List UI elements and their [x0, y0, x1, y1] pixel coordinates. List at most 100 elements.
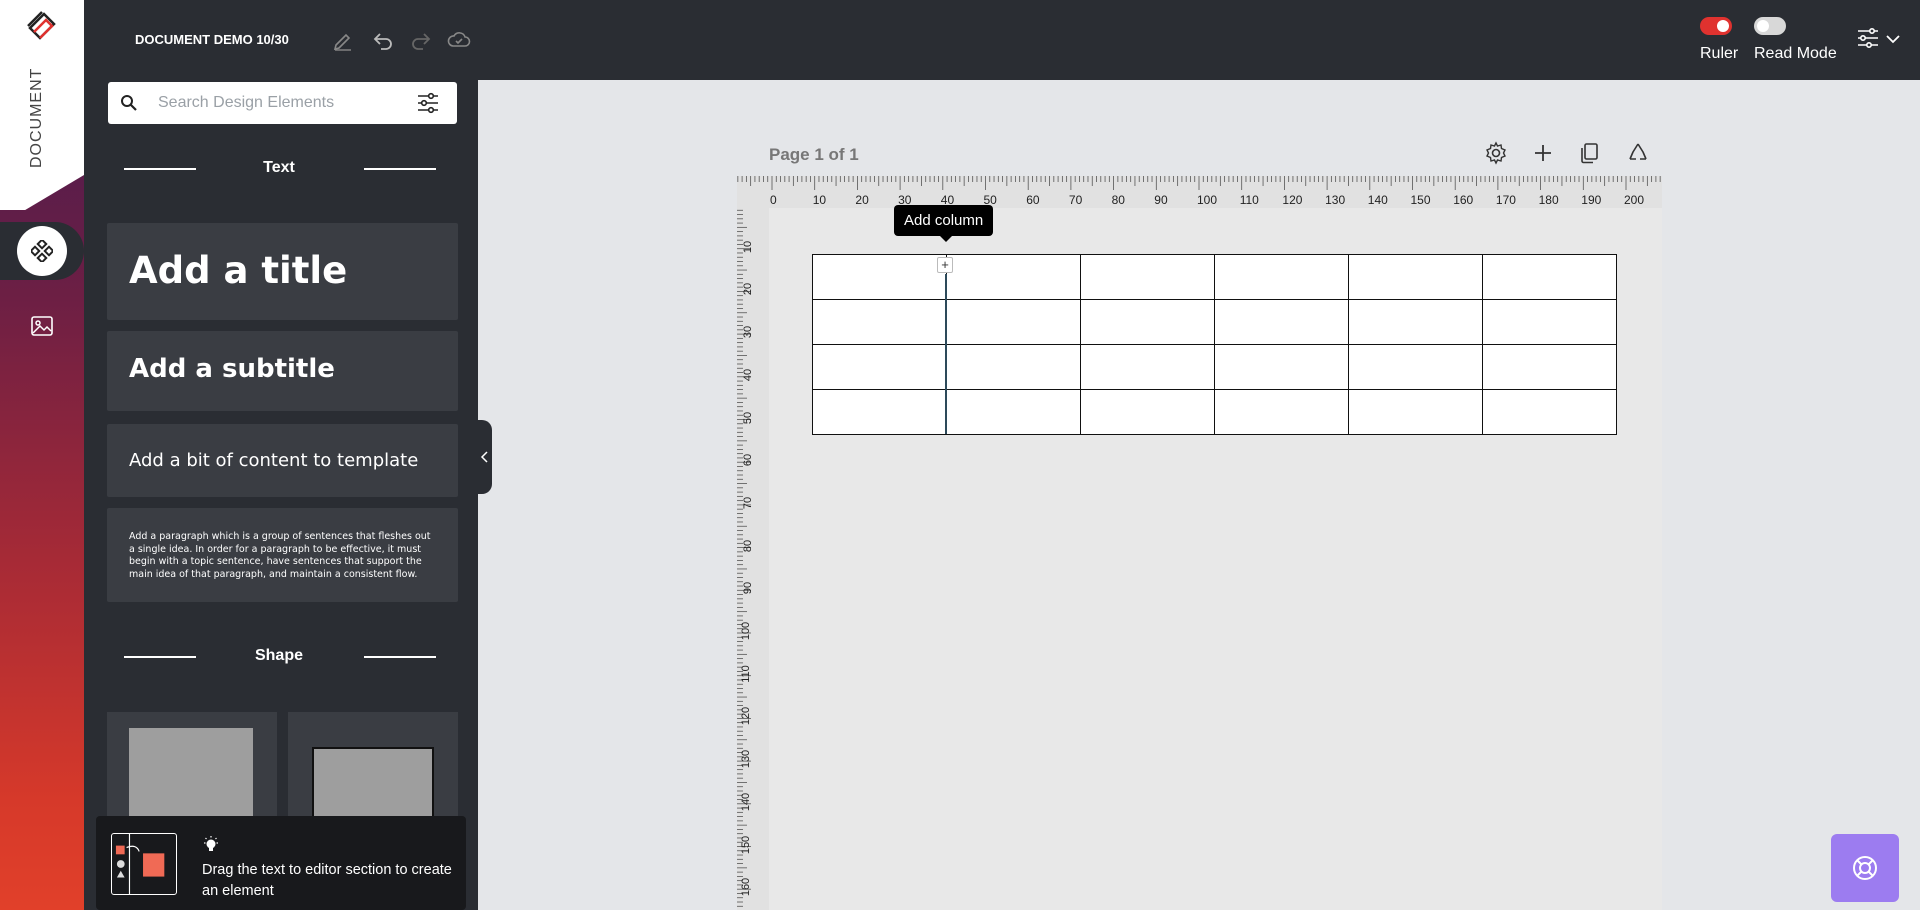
ruler-h-label: 120 [1282, 193, 1303, 207]
add-column-button[interactable]: + [937, 257, 953, 273]
ruler-v-label: 120 [740, 707, 753, 726]
add-content-card[interactable]: Add a bit of content to template [107, 424, 458, 497]
ruler-h-label: 90 [1154, 193, 1168, 207]
table-cell[interactable] [1482, 254, 1617, 300]
ruler-v-label: 110 [739, 664, 752, 683]
ruler-h-label: 60 [1026, 193, 1040, 207]
table-cell[interactable] [1482, 389, 1617, 435]
undo-icon[interactable] [371, 28, 395, 52]
ruler-h-label: 160 [1453, 193, 1474, 207]
table-row [812, 344, 1617, 390]
ruler-h-label: 110 [1239, 193, 1259, 207]
lifebuoy-icon [1853, 856, 1877, 880]
ruler-v-label: 80 [742, 539, 755, 552]
ruler-h-label: 70 [1068, 193, 1083, 207]
document-table[interactable] [812, 254, 1617, 435]
add-title-card[interactable]: Add a title [107, 223, 458, 320]
ruler-h-label: 200 [1624, 193, 1645, 207]
table-cell[interactable] [1348, 299, 1483, 345]
ruler-v-label: 130 [740, 749, 753, 769]
ruler-h-label: 180 [1538, 193, 1559, 207]
add-paragraph-card[interactable]: Add a paragraph which is a group of sent… [107, 508, 458, 602]
table-cell[interactable] [1348, 254, 1483, 300]
table-cell[interactable] [1482, 344, 1617, 390]
table-cell[interactable] [1214, 254, 1349, 300]
ruler-v-label: 10 [742, 240, 755, 253]
search-input[interactable] [158, 90, 398, 116]
table-cell[interactable] [946, 344, 1081, 390]
image-icon[interactable] [30, 314, 54, 338]
table-cell[interactable] [812, 254, 947, 300]
shape-filled-rect-card[interactable] [107, 712, 277, 832]
table-cell[interactable] [1482, 299, 1617, 345]
rail-document-label: DOCUMENT [28, 67, 45, 168]
table-cell[interactable] [1348, 389, 1483, 435]
table-cell[interactable] [946, 389, 1081, 435]
recycle-icon[interactable] [1626, 141, 1650, 165]
table-cell[interactable] [812, 389, 947, 435]
add-title-text: Add a title [129, 249, 348, 292]
horizontal-ruler: 0 10 20 30 40 50 60 70 80 90 100 110 120 130 140 150 160… [737, 176, 1662, 208]
shape-section-header: Shape [124, 645, 436, 669]
table-cell[interactable] [1080, 254, 1215, 300]
table-cell[interactable] [1080, 344, 1215, 390]
lightbulb-icon [204, 836, 218, 851]
table-cell[interactable] [1080, 299, 1215, 345]
redo-icon[interactable] [409, 28, 433, 52]
app-logo-icon[interactable] [22, 6, 62, 46]
page-indicator: Page 1 of 1 [769, 145, 859, 164]
ruler-v-label: 160 [740, 878, 753, 897]
copy-icon[interactable] [1578, 141, 1602, 165]
table-cell[interactable] [946, 254, 1081, 300]
top-bar: DOCUMENT DEMO 10/30 Ruler Read Mode [84, 0, 1920, 80]
gear-icon[interactable] [1484, 141, 1508, 165]
table-cell[interactable] [812, 299, 947, 345]
drag-hint-panel: Drag the text to editor section to creat… [96, 816, 466, 910]
collapse-panel-button[interactable] [478, 420, 492, 494]
search-icon [121, 95, 137, 111]
ruler-v-label: 140 [740, 792, 753, 811]
ruler-v-label: 150 [740, 835, 753, 854]
plus-icon[interactable] [1531, 141, 1555, 165]
ruler-v-label: 70 [742, 496, 755, 510]
ruler-label: Ruler [1700, 45, 1739, 62]
design-elements-panel: Text Add a title Add a subtitle Add a bi… [84, 80, 478, 910]
ruler-toggle[interactable] [1700, 17, 1732, 35]
add-subtitle-card[interactable]: Add a subtitle [107, 331, 458, 411]
edit-icon[interactable] [331, 28, 355, 52]
table-cell[interactable] [946, 299, 1081, 345]
add-paragraph-text: Add a paragraph which is a group of sent… [129, 531, 431, 580]
drag-hint-text: Drag the text to editor section to creat… [202, 862, 452, 899]
table-row [812, 299, 1617, 345]
document-title[interactable]: DOCUMENT DEMO 10/30 [135, 32, 289, 47]
ruler-h-label: 20 [855, 193, 869, 207]
add-column-tooltip: Add column [894, 205, 994, 242]
shape-outlined-rect-card[interactable] [288, 712, 458, 832]
ruler-v-label: 100 [740, 621, 753, 641]
table-cell[interactable] [1348, 344, 1483, 390]
chevron-down-icon[interactable] [1884, 30, 1902, 48]
ruler-h-label: 150 [1410, 193, 1431, 207]
table-row [812, 254, 1617, 300]
cloud-save-icon[interactable] [447, 28, 471, 52]
sliders-icon[interactable] [1856, 26, 1880, 50]
table-cell[interactable] [1214, 389, 1349, 435]
table-cell[interactable] [1214, 344, 1349, 390]
ruler-h-label: 190 [1581, 193, 1602, 207]
filter-icon[interactable] [416, 92, 440, 114]
ruler-h-label: 140 [1367, 193, 1388, 207]
column-guide-line [945, 274, 947, 434]
ruler-v-label: 40 [742, 368, 755, 381]
ruler-h-label: 80 [1111, 193, 1125, 207]
table-cell[interactable] [1214, 299, 1349, 345]
table-cell[interactable] [1080, 389, 1215, 435]
ruler-v-label: 90 [742, 582, 755, 595]
rail-item-design-elements[interactable] [17, 226, 67, 276]
table-cell[interactable] [812, 344, 947, 390]
ruler-v-label: 20 [742, 283, 755, 296]
table-row [812, 389, 1617, 435]
read-mode-toggle[interactable] [1754, 17, 1786, 35]
search-box[interactable] [108, 82, 457, 124]
vertical-ruler: 10 20 30 40 50 60 70 80 90 100 110 120 130 140 150 160 [737, 208, 769, 910]
help-button[interactable] [1831, 834, 1899, 902]
